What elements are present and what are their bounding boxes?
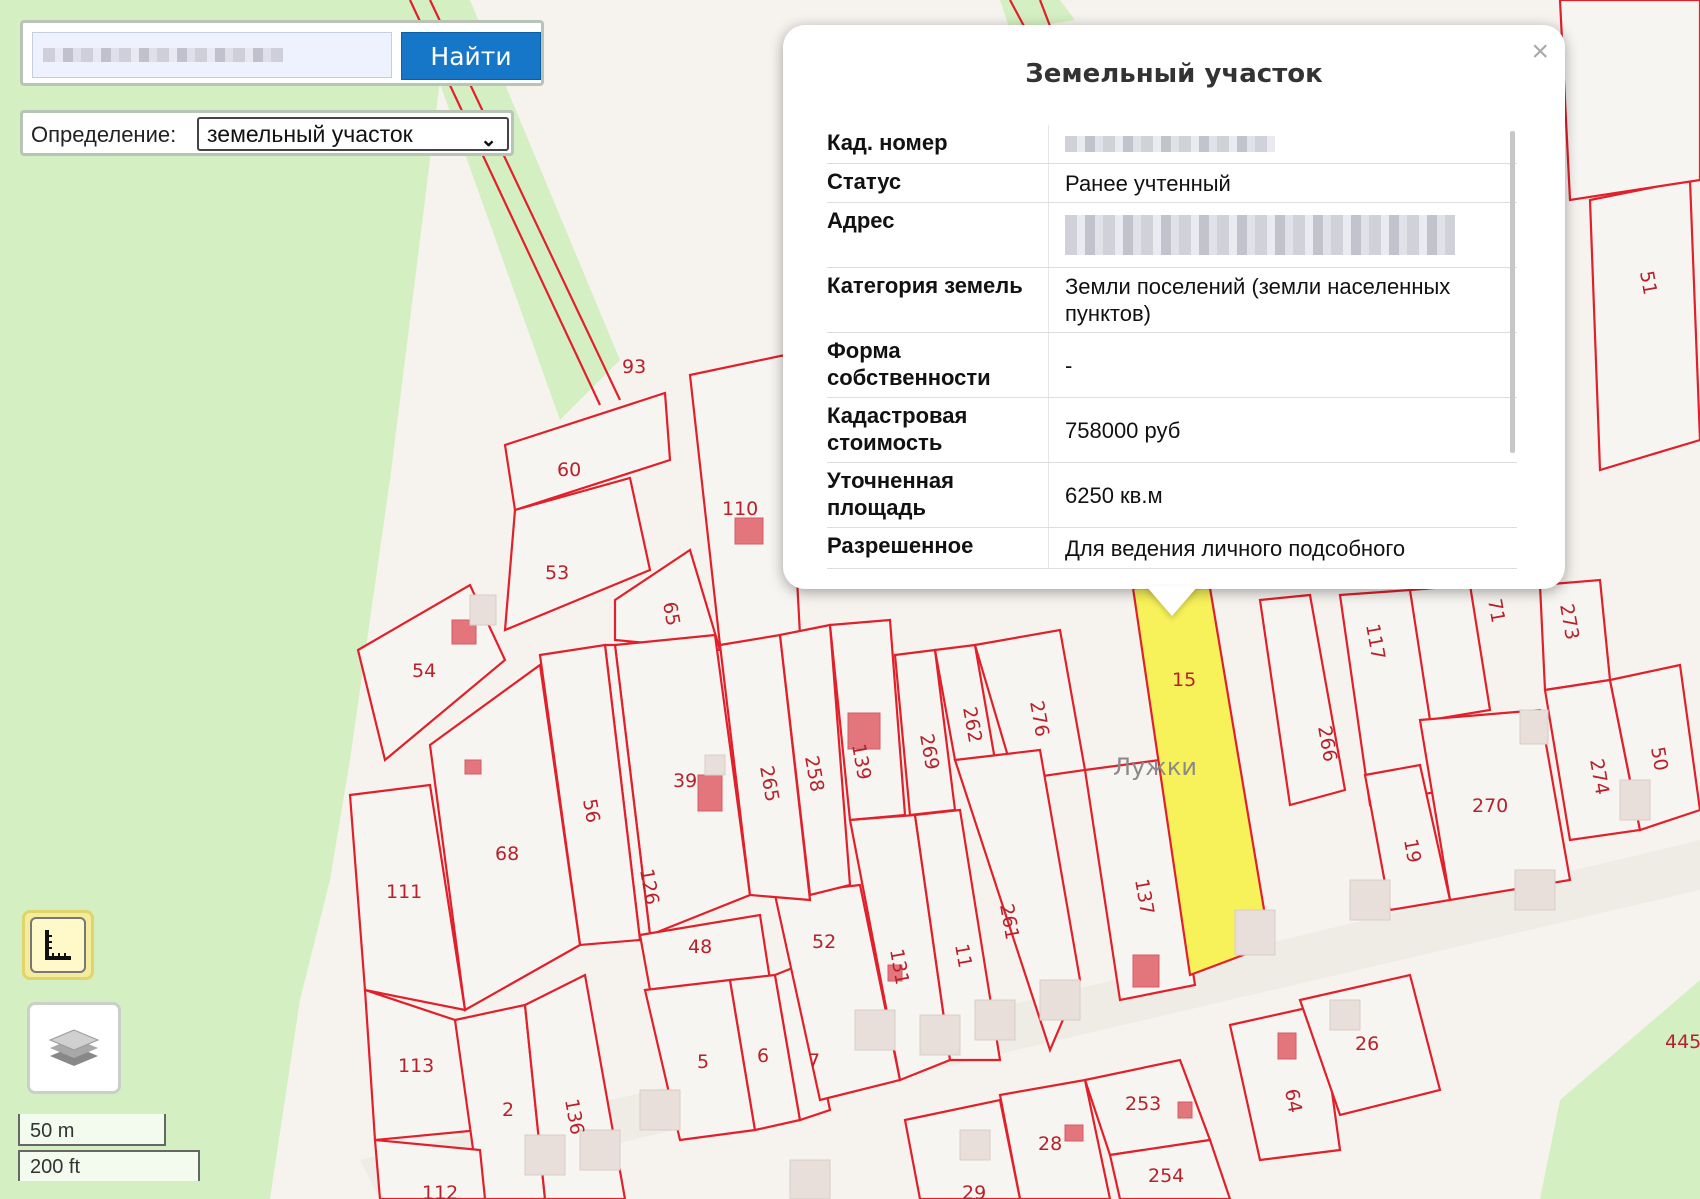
plot-label: 7 bbox=[808, 1050, 820, 1072]
popup-row-key: Кад. номер bbox=[827, 125, 1049, 163]
define-label: Определение: bbox=[31, 122, 177, 147]
plot-label: 60 bbox=[557, 459, 581, 481]
plot-label: 253 bbox=[1125, 1093, 1161, 1115]
search-panel: Найти bbox=[20, 20, 544, 86]
plot-label: 53 bbox=[545, 562, 569, 584]
plot-label: 51 bbox=[1635, 269, 1661, 297]
popup-row: Кад. номер bbox=[827, 125, 1517, 164]
plot-right-top bbox=[1558, 0, 1700, 202]
green-area-bottomright bbox=[1540, 980, 1700, 1199]
define-panel: Определение: земельный участок ⌄ bbox=[20, 110, 514, 156]
popup-row-key: Разрешенное bbox=[827, 528, 1049, 568]
popup-row: Форма собственности - bbox=[827, 333, 1517, 398]
plot-label: 28 bbox=[1038, 1133, 1062, 1155]
search-button[interactable]: Найти bbox=[401, 32, 541, 80]
popup-row-value: 6250 кв.м bbox=[1065, 482, 1163, 508]
place-name: Лужки bbox=[1113, 753, 1197, 781]
layers-button[interactable] bbox=[27, 1002, 121, 1094]
popup-row: Категория земель Земли поселений (земли н… bbox=[827, 268, 1517, 333]
plot-label: 2 bbox=[502, 1099, 514, 1121]
plot-label: 93 bbox=[622, 356, 646, 378]
popup-row-value: 758000 руб bbox=[1065, 417, 1181, 443]
measure-button[interactable] bbox=[22, 910, 94, 980]
search-input[interactable] bbox=[32, 32, 392, 78]
popup-scrollbar[interactable] bbox=[1510, 131, 1515, 453]
popup-row-value: Ранее учтенный bbox=[1065, 170, 1231, 196]
plot-label: 19 bbox=[1399, 837, 1425, 865]
plot-label: 110 bbox=[722, 498, 758, 520]
popup-row-value: - bbox=[1065, 352, 1073, 378]
plot-label: 54 bbox=[412, 660, 436, 682]
selected-plot-label: 15 bbox=[1172, 669, 1196, 691]
plot-label: 50 bbox=[1646, 745, 1672, 773]
chevron-down-icon: ⌄ bbox=[480, 129, 497, 151]
popup-row-value bbox=[1049, 125, 1517, 163]
popup-row-key: Адрес bbox=[827, 203, 1049, 267]
plot-label: 11 bbox=[950, 942, 976, 970]
plot-label: 48 bbox=[688, 936, 712, 958]
plot-label: 111 bbox=[386, 881, 422, 903]
redacted-value bbox=[1065, 215, 1455, 255]
popup-row-value bbox=[1049, 203, 1517, 267]
plot-label: 65 bbox=[658, 600, 684, 628]
plot-label: 445 bbox=[1665, 1031, 1700, 1053]
popup-pointer bbox=[1146, 586, 1198, 616]
popup-row: Разрешенное Для ведения личного подсобног… bbox=[827, 528, 1517, 569]
popup-row: Статус Ранее учтенный bbox=[827, 164, 1517, 203]
popup-row-value: Земли поселений (земли населенных пункто… bbox=[1065, 274, 1451, 326]
popup-row-key: Форма собственности bbox=[827, 333, 1049, 397]
popup-row-key: Статус bbox=[827, 164, 1049, 202]
popup-row-key: Уточненная площадь bbox=[827, 463, 1049, 527]
plot-label: 52 bbox=[812, 931, 836, 953]
define-select[interactable]: земельный участок ⌄ bbox=[197, 117, 509, 151]
define-selected-value: земельный участок bbox=[207, 121, 413, 147]
ruler-icon bbox=[30, 917, 86, 973]
popup-title: Земельный участок bbox=[1025, 59, 1323, 89]
plot-label: 39 bbox=[673, 770, 697, 792]
plot-label: 26 bbox=[1355, 1033, 1379, 1055]
plot-266 bbox=[1258, 593, 1347, 807]
plot-label: 71 bbox=[1483, 597, 1509, 625]
popup-row-key: Категория земель bbox=[827, 268, 1049, 332]
plot-info-table: Кад. номер Статус Ранее учтенный Адрес Катег… bbox=[827, 125, 1517, 569]
scale-imperial: 200 ft bbox=[18, 1150, 200, 1181]
plot-label: 29 bbox=[962, 1182, 986, 1199]
plot-label: 254 bbox=[1148, 1165, 1184, 1187]
popup-row-value: Для ведения личного подсобного bbox=[1065, 535, 1406, 561]
layers-icon bbox=[48, 1029, 100, 1066]
plot-label: 64 bbox=[1280, 1087, 1306, 1115]
plot-label: 6 bbox=[757, 1045, 769, 1067]
popup-row: Адрес bbox=[827, 203, 1517, 268]
popup-row: Кадастровая стоимость 758000 руб bbox=[827, 398, 1517, 463]
popup-row-key: Кадастровая стоимость bbox=[827, 398, 1049, 462]
redacted-value bbox=[1065, 136, 1275, 152]
plot-label: 113 bbox=[398, 1055, 434, 1077]
plot-label: 112 bbox=[422, 1182, 458, 1199]
plot-51 bbox=[1588, 178, 1700, 472]
plot-label: 56 bbox=[578, 797, 604, 825]
plot-label: 270 bbox=[1472, 795, 1508, 817]
popup-row: Уточненная площадь 6250 кв.м bbox=[827, 463, 1517, 528]
plot-info-popup: × Земельный участок Кад. номер Статус Ране… bbox=[783, 25, 1565, 589]
redacted-query bbox=[43, 48, 283, 62]
plot-label: 68 bbox=[495, 843, 519, 865]
plot-label: 5 bbox=[697, 1051, 709, 1073]
scale-metric: 50 m bbox=[18, 1114, 166, 1146]
